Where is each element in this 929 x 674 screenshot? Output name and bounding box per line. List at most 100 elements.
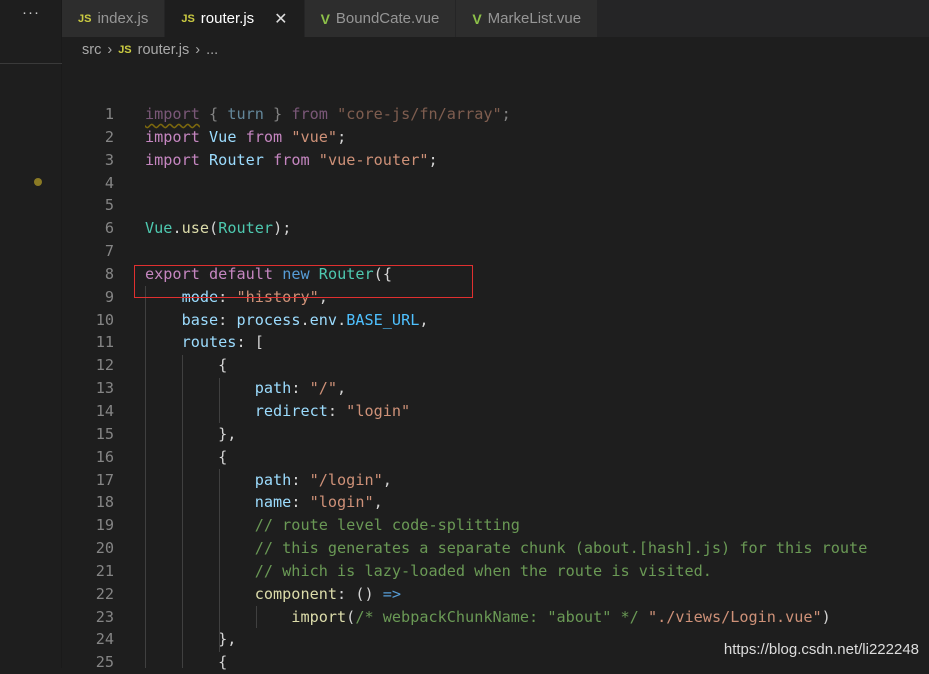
code-line: 4 (62, 172, 929, 195)
code-token: from (245, 127, 283, 146)
code-text: // route level code-splitting (145, 514, 520, 537)
js-icon: JS (181, 12, 195, 25)
activity-sidebar: ··· (0, 0, 62, 668)
line-number: 13 (95, 379, 114, 398)
code-line: 22 component: () => (62, 583, 929, 606)
breadcrumb-src[interactable]: src (82, 42, 101, 58)
tab-index-js[interactable]: JS index.js (62, 0, 166, 37)
code-text: routes: [ (145, 331, 264, 354)
line-number: 3 (104, 150, 114, 169)
line-number: 5 (104, 196, 114, 215)
code-editor[interactable]: 1 import { turn } from "core-js/fn/array"… (62, 103, 929, 674)
tab-markelist-vue[interactable]: V MarkeList.vue (456, 0, 599, 37)
js-icon: JS (118, 44, 132, 56)
code-token: component (145, 584, 338, 603)
code-token: "login" (346, 401, 411, 420)
code-line: 17 path: "/login", (62, 469, 929, 492)
line-number: 8 (104, 264, 114, 283)
code-line: 16 { (62, 446, 929, 469)
tab-label: index.js (97, 10, 149, 27)
code-token: process (236, 310, 301, 329)
close-icon[interactable]: ✕ (274, 9, 287, 29)
code-token: use (181, 219, 210, 238)
code-text: // which is lazy-loaded when the route i… (145, 560, 712, 583)
code-text: { (145, 446, 227, 469)
tab-boundcate-vue[interactable]: V BoundCate.vue (304, 0, 457, 37)
code-token: import (145, 150, 200, 169)
code-token: ; (428, 150, 438, 169)
code-token: { (145, 653, 228, 672)
code-line: 6 Vue.use(Router); (62, 217, 929, 240)
code-token: import (145, 607, 347, 626)
tab-label: MarkeList.vue (487, 10, 582, 27)
indent-guide (182, 355, 183, 668)
code-token: . (337, 310, 347, 329)
code-text: name: "login", (145, 491, 383, 514)
code-token: BASE_URL (346, 310, 420, 329)
breadcrumb-file[interactable]: router.js (138, 42, 190, 58)
code-token: "./views/Login.vue" (647, 607, 822, 626)
code-token: env (309, 310, 338, 329)
code-text: { (145, 354, 227, 377)
code-text: { (145, 651, 227, 674)
code-token: import (145, 127, 200, 146)
code-line: 20 // this generates a separate chunk (a… (62, 537, 929, 560)
code-token: "/" (309, 379, 338, 398)
line-number: 11 (95, 333, 114, 352)
code-token: , (373, 493, 383, 512)
code-line: 1 import { turn } from "core-js/fn/array"… (62, 103, 929, 126)
code-token: redirect (145, 401, 328, 420)
code-token: { (145, 447, 228, 466)
code-token: , (382, 470, 392, 489)
code-token: "login" (309, 493, 374, 512)
indent-guide (256, 606, 257, 628)
indent-guide (145, 286, 146, 668)
editor-tabs: JS index.js JS router.js ✕ V BoundCate.vue V Mar… (62, 0, 929, 37)
indent-guide (219, 469, 220, 652)
code-token: ; (501, 105, 511, 123)
code-text: path: "/", (145, 377, 346, 400)
tab-router-js[interactable]: JS router.js ✕ (165, 0, 305, 37)
line-number: 15 (95, 424, 114, 443)
line-number: 21 (95, 561, 114, 580)
code-text: base: process.env.BASE_URL, (145, 309, 429, 332)
code-token: . (172, 219, 182, 238)
line-number: 9 (104, 287, 114, 306)
more-actions-button[interactable]: ··· (22, 4, 40, 21)
code-token: }, (145, 630, 237, 649)
chevron-right-icon: › (195, 42, 201, 58)
code-line: 15 }, (62, 423, 929, 446)
highlight-box (134, 265, 473, 298)
code-token: } (263, 105, 292, 123)
code-text: // this generates a separate chunk (abou… (145, 537, 868, 560)
line-number: 7 (104, 242, 114, 261)
code-token: ( (209, 219, 219, 238)
js-icon: JS (78, 12, 92, 25)
code-token: ) (821, 607, 831, 626)
code-token: turn (227, 105, 264, 123)
code-token: => (382, 584, 402, 603)
code-token: : (218, 310, 237, 329)
code-token: , (419, 310, 429, 329)
code-token: { (199, 105, 228, 123)
code-token: "vue" (291, 127, 338, 146)
modified-indicator-icon (34, 178, 42, 186)
code-token: : (291, 379, 310, 398)
code-token: Vue (145, 219, 173, 238)
code-token: routes (145, 333, 237, 352)
code-line: 5 (62, 194, 929, 217)
code-line: 13 path: "/", (62, 377, 929, 400)
code-token: // which is lazy-loaded when the route i… (145, 561, 712, 580)
breadcrumb-symbol[interactable]: ... (206, 42, 218, 58)
tab-label: router.js (200, 10, 255, 27)
code-text: }, (145, 423, 236, 446)
code-text: }, (145, 628, 236, 651)
code-token: , (337, 379, 347, 398)
code-token: ); (273, 219, 292, 238)
code-token: }, (145, 424, 237, 443)
